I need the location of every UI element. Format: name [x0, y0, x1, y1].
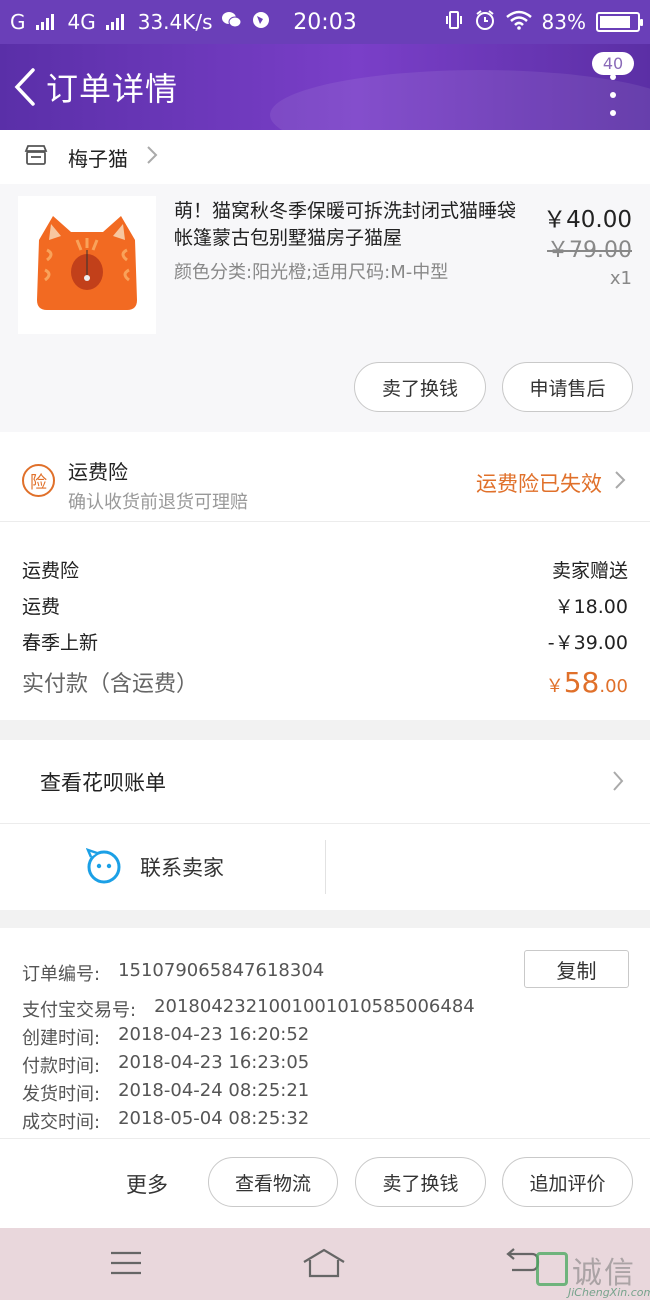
product-card: 萌！猫窝秋冬季保暖可拆洗封闭式猫睡袋帐篷蒙古包别墅猫房子猫屋 颜色分类:阳光橙;… — [0, 184, 650, 432]
chat-bot-icon — [86, 848, 121, 884]
fee-label: 运费 — [22, 596, 61, 618]
browser-icon — [251, 10, 271, 35]
alipay-trade-row: 支付宝交易号: 2018042321001001010585006484 — [22, 996, 475, 1022]
shop-row[interactable]: 梅子猫 — [0, 130, 650, 184]
chevron-right-icon — [614, 470, 626, 494]
sell-for-cash-button[interactable]: 卖了换钱 — [354, 362, 486, 412]
home-icon[interactable] — [302, 1248, 346, 1278]
fee-value: -￥39.00 — [547, 632, 628, 654]
sell-for-cash-button-2[interactable]: 卖了换钱 — [355, 1157, 486, 1207]
total-amount: ￥58.00 — [546, 666, 628, 699]
info-value: 2018-04-24 08:25:21 — [118, 1080, 310, 1101]
chevron-right-icon — [612, 770, 624, 796]
info-value: 2018042321001001010585006484 — [154, 996, 475, 1017]
wechat-icon — [221, 10, 243, 35]
insurance-icon: 险 — [22, 464, 55, 497]
signal-icon-2 — [105, 14, 124, 30]
wifi-icon — [505, 10, 532, 35]
after-sales-button[interactable]: 申请售后 — [502, 362, 633, 412]
watermark-url: JiChengXin.com — [568, 1286, 650, 1299]
product-title[interactable]: 萌！猫窝秋冬季保暖可拆洗封闭式猫睡袋帐篷蒙古包别墅猫房子猫屋 — [174, 198, 524, 252]
network-label: 4G — [67, 10, 96, 34]
vibrate-icon — [444, 9, 464, 36]
add-review-button[interactable]: 追加评价 — [502, 1157, 633, 1207]
menu-icon[interactable] — [110, 1250, 142, 1276]
battery-fill — [600, 16, 630, 28]
battery-icon — [596, 12, 643, 32]
status-left: G 4G 33.4K/s — [10, 10, 444, 35]
chevron-left-icon — [14, 68, 35, 106]
info-key: 成交时间: — [22, 1112, 101, 1133]
status-bar: G 4G 33.4K/s 20:03 83% — [0, 0, 650, 44]
signal-icon — [35, 14, 54, 30]
site-watermark: 诚信 JiChengXin.com — [532, 1248, 650, 1300]
fee-row: 春季上新 -￥39.00 — [22, 628, 628, 655]
battery-percent: 83% — [541, 10, 586, 34]
info-key: 创建时间: — [22, 1028, 101, 1049]
order-number-row: 订单编号: 151079065847618304 — [22, 960, 324, 986]
shipping-insurance-row[interactable]: 险 运费险 确认收货前退货可理赔 运费险已失效 — [0, 432, 650, 522]
status-right: 83% — [444, 9, 643, 36]
contact-seller-button[interactable]: 联系卖家 — [140, 852, 224, 882]
shipped-time-row: 发货时间: 2018-04-24 08:25:21 — [22, 1080, 309, 1106]
total-label: 实付款（含运费） — [22, 672, 199, 697]
total-integer: 58 — [563, 666, 600, 699]
completed-time-row: 成交时间: 2018-05-04 08:25:32 — [22, 1108, 309, 1134]
contact-row: 联系卖家 — [0, 824, 650, 910]
view-logistics-button[interactable]: 查看物流 — [208, 1157, 338, 1207]
fee-row: 运费 ￥18.00 — [22, 592, 628, 619]
carrier-label: G — [10, 10, 26, 34]
fee-row: 运费险 卖家赠送 — [22, 556, 628, 583]
product-price: ￥40.00 — [543, 207, 632, 233]
cat-house-image — [37, 216, 137, 310]
order-info: 订单编号: 151079065847618304 复制 支付宝交易号: 2018… — [0, 928, 650, 1138]
info-value: 151079065847618304 — [118, 960, 325, 981]
insurance-subtitle: 确认收货前退货可理赔 — [68, 492, 248, 513]
huabei-label: 查看花呗账单 — [40, 770, 166, 795]
copy-button[interactable]: 复制 — [524, 950, 629, 988]
info-value: 2018-04-23 16:23:05 — [118, 1052, 310, 1073]
insurance-status: 运费险已失效 — [476, 472, 602, 496]
more-actions-button[interactable]: 更多 — [126, 1169, 168, 1199]
shop-name: 梅子猫 — [68, 146, 128, 171]
chevron-right-icon — [146, 145, 158, 169]
paid-time-row: 付款时间: 2018-04-23 16:23:05 — [22, 1052, 309, 1078]
store-icon — [24, 144, 48, 170]
alarm-icon — [474, 9, 496, 36]
total-row: 实付款（含运费） ￥58.00 — [22, 666, 628, 699]
fee-summary: 运费险 卖家赠送 运费 ￥18.00 春季上新 -￥39.00 实付款（含运费）… — [0, 522, 650, 720]
info-key: 订单编号: — [22, 964, 101, 985]
info-value: 2018-05-04 08:25:32 — [118, 1108, 310, 1129]
fee-label: 运费险 — [22, 560, 80, 582]
product-spec: 颜色分类:阳光橙;适用尺码:M-中型 — [174, 262, 449, 283]
info-key: 支付宝交易号: — [22, 1000, 137, 1021]
fee-value: ￥18.00 — [554, 596, 628, 618]
created-time-row: 创建时间: 2018-04-23 16:20:52 — [22, 1024, 309, 1050]
huabei-bill-row[interactable]: 查看花呗账单 — [0, 740, 650, 824]
back-button[interactable] — [10, 67, 40, 107]
insurance-title: 运费险 — [68, 460, 128, 484]
info-value: 2018-04-23 16:20:52 — [118, 1024, 310, 1045]
product-image[interactable] — [18, 196, 156, 334]
product-original-price: ￥79.00 — [547, 238, 632, 263]
fee-value: 卖家赠送 — [551, 560, 628, 582]
info-key: 发货时间: — [22, 1084, 101, 1105]
product-quantity: x1 — [609, 268, 632, 289]
total-currency: ￥ — [545, 676, 564, 697]
info-key: 付款时间: — [22, 1056, 101, 1077]
more-menu-button[interactable] — [608, 74, 618, 116]
divider — [325, 840, 326, 894]
header-decoration — [270, 70, 650, 130]
bottom-action-bar: 更多 查看物流 卖了换钱 追加评价 — [0, 1138, 650, 1228]
watermark-logo — [536, 1252, 568, 1286]
message-badge[interactable]: 40 — [592, 52, 634, 75]
page-title: 订单详情 — [46, 70, 179, 108]
header-bar: 订单详情 40 — [0, 44, 650, 130]
net-speed: 33.4K/s — [137, 10, 213, 34]
fee-label: 春季上新 — [22, 632, 99, 654]
total-decimal: .00 — [599, 676, 628, 697]
